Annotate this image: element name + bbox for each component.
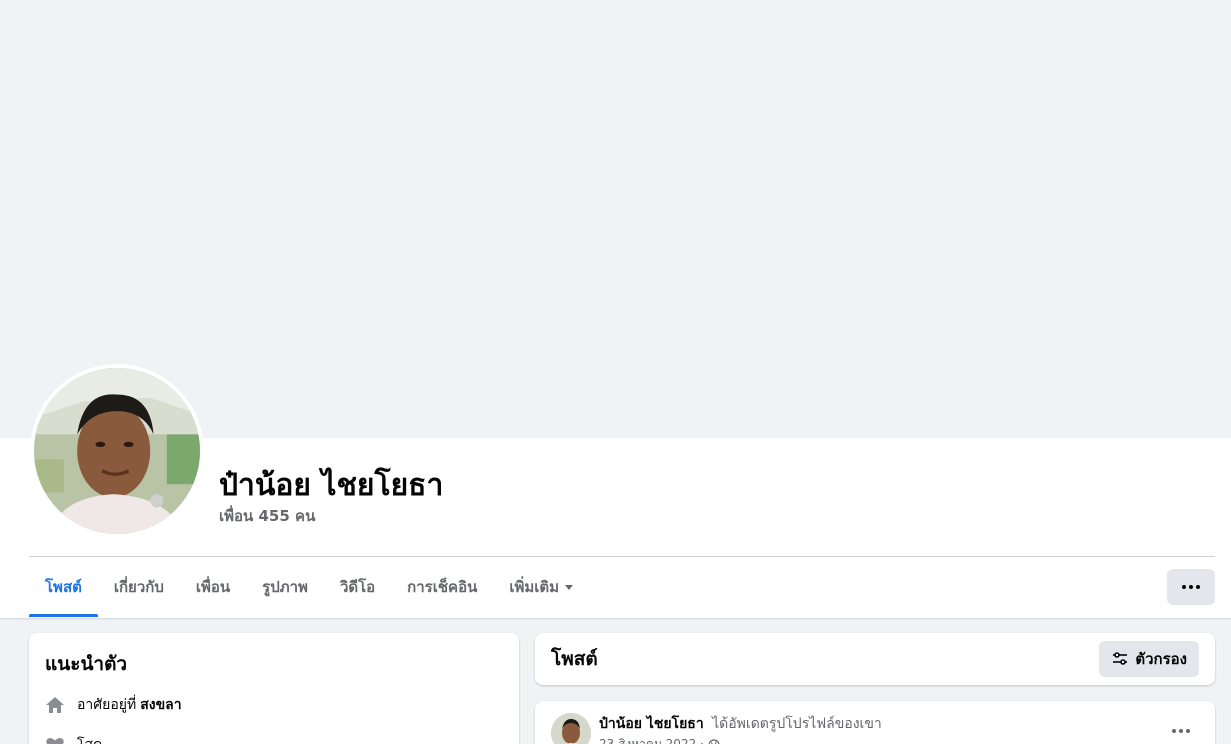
more-dots-icon — [1182, 585, 1200, 589]
post-options-dots-icon — [1172, 729, 1190, 733]
tab-photos[interactable]: รูปภาพ — [246, 557, 324, 617]
filter-sliders-icon — [1113, 652, 1128, 665]
tab-videos[interactable]: วิดีโอ — [324, 557, 391, 617]
tab-posts[interactable]: โพสต์ — [29, 557, 98, 617]
profile-more-button[interactable] — [1167, 569, 1215, 605]
tab-more-label: เพิ่มเติม — [509, 578, 560, 596]
caret-down-icon — [565, 584, 574, 590]
post-avatar-photo — [551, 713, 591, 744]
profile-tabs: โพสต์ เกี่ยวกับ เพื่อน รูปภาพ วิดีโอ การ… — [29, 557, 589, 617]
post-author-avatar[interactable] — [551, 713, 591, 744]
avatar-photo — [34, 368, 200, 534]
profile-name: ป๋าน้อย ไชยโยธา — [219, 468, 444, 503]
intro-relationship-status: โสด — [77, 734, 102, 744]
post-options-button[interactable] — [1163, 719, 1199, 743]
post-author-name[interactable]: ป๋าน้อย ไชยโยธา — [599, 716, 704, 732]
intro-row-lives-in: อาศัยอยู่ที่ สงขลา — [45, 695, 503, 715]
globe-icon — [708, 738, 720, 744]
heart-icon — [45, 735, 65, 744]
intro-card: แนะนำตัว อาศัยอยู่ที่ สงขลา โสด — [29, 633, 519, 744]
post-card: ป๋าน้อย ไชยโยธา ได้อัพเดตรูปโปรไฟล์ของเข… — [535, 701, 1215, 744]
intro-row-relationship: โสด — [45, 735, 503, 744]
posts-title: โพสต์ — [551, 648, 598, 670]
tab-friends[interactable]: เพื่อน — [180, 557, 246, 617]
intro-title: แนะนำตัว — [45, 653, 128, 675]
tab-checkins[interactable]: การเช็คอิน — [391, 557, 493, 617]
filter-label: ตัวกรอง — [1135, 650, 1187, 668]
posts-header-card: โพสต์ ตัวกรอง — [535, 633, 1215, 685]
filter-button[interactable]: ตัวกรอง — [1099, 641, 1199, 677]
tab-about[interactable]: เกี่ยวกับ — [98, 557, 180, 617]
intro-lives-city[interactable]: สงขลา — [140, 694, 181, 716]
friend-count[interactable]: เพื่อน 455 คน — [219, 504, 315, 528]
profile-avatar[interactable] — [30, 364, 204, 538]
tab-more[interactable]: เพิ่มเติม — [493, 557, 589, 617]
home-icon — [45, 695, 65, 715]
post-header-line: ป๋าน้อย ไชยโยธา ได้อัพเดตรูปโปรไฟล์ของเข… — [599, 713, 882, 735]
cover-photo — [0, 0, 1231, 438]
post-meta: 23 สิงหาคม 2022 · — [599, 735, 720, 744]
intro-lives-prefix: อาศัยอยู่ที่ — [77, 697, 137, 713]
post-action-text: ได้อัพเดตรูปโปรไฟล์ของเขา — [712, 716, 882, 732]
post-date[interactable]: 23 สิงหาคม 2022 · — [599, 735, 704, 744]
